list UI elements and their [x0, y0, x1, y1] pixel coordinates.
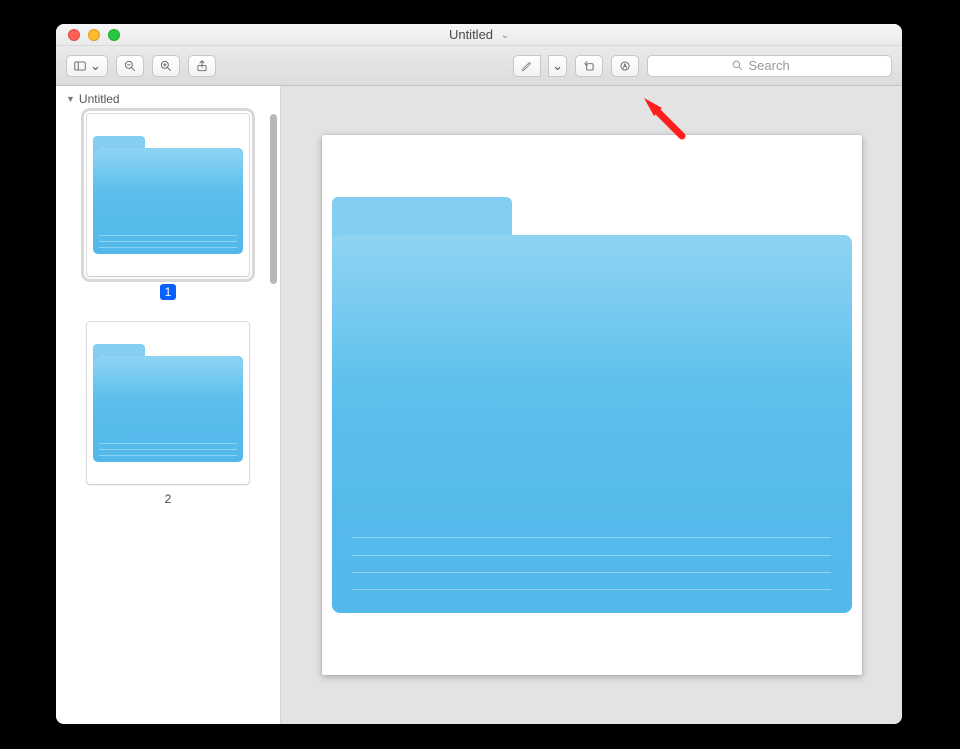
zoom-in-icon: [159, 59, 173, 73]
share-button[interactable]: [188, 55, 216, 77]
sidebar-doc-header[interactable]: ▼ Untitled: [56, 86, 280, 108]
markup-dropdown-button[interactable]: ⌄: [548, 55, 567, 77]
folder-icon: [93, 136, 243, 254]
page-thumbnail[interactable]: 1: [74, 114, 262, 300]
rotate-left-icon: [582, 59, 596, 73]
window-controls: [56, 29, 120, 41]
thumbnail-frame: [87, 114, 249, 276]
rotate-button[interactable]: [575, 55, 603, 77]
content-area: [281, 86, 902, 724]
thumbnail-frame: [87, 322, 249, 484]
search-icon: [731, 59, 744, 72]
titlebar: Untitled ⌄: [56, 24, 902, 46]
markup-toolbar-icon: [618, 59, 632, 73]
folder-icon: [332, 197, 852, 613]
pencil-icon: [520, 59, 534, 73]
thumbnails-sidebar: ▼ Untitled 1: [56, 86, 281, 724]
search-field[interactable]: [647, 55, 892, 77]
zoom-window-button[interactable]: [108, 29, 120, 41]
close-window-button[interactable]: [68, 29, 80, 41]
chevron-down-icon: ⌄: [552, 58, 563, 74]
share-icon: [195, 59, 209, 73]
page-number-label: 1: [160, 284, 177, 300]
title-dropdown-icon[interactable]: ⌄: [501, 30, 509, 41]
search-input[interactable]: [749, 58, 809, 73]
sidebar-icon: [73, 59, 87, 73]
disclosure-triangle-icon[interactable]: ▼: [66, 94, 75, 104]
preview-canvas[interactable]: [322, 135, 862, 675]
chevron-down-icon: ⌄: [90, 58, 101, 74]
toolbar: ⌄ ⌄: [56, 46, 902, 86]
view-mode-button[interactable]: ⌄: [66, 55, 108, 77]
folder-icon: [93, 344, 243, 462]
annotate-button[interactable]: [611, 55, 639, 77]
sidebar-doc-name: Untitled: [79, 92, 120, 106]
page-number-label: 2: [165, 492, 172, 506]
preview-window: Untitled ⌄ ⌄: [56, 24, 902, 724]
page-thumbnail[interactable]: 2: [74, 322, 262, 506]
zoom-in-button[interactable]: [152, 55, 180, 77]
document-title[interactable]: Untitled: [449, 27, 493, 42]
zoom-out-button[interactable]: [116, 55, 144, 77]
markup-button[interactable]: [513, 55, 541, 77]
sidebar-scrollbar[interactable]: [270, 114, 277, 284]
minimize-window-button[interactable]: [88, 29, 100, 41]
zoom-out-icon: [123, 59, 137, 73]
